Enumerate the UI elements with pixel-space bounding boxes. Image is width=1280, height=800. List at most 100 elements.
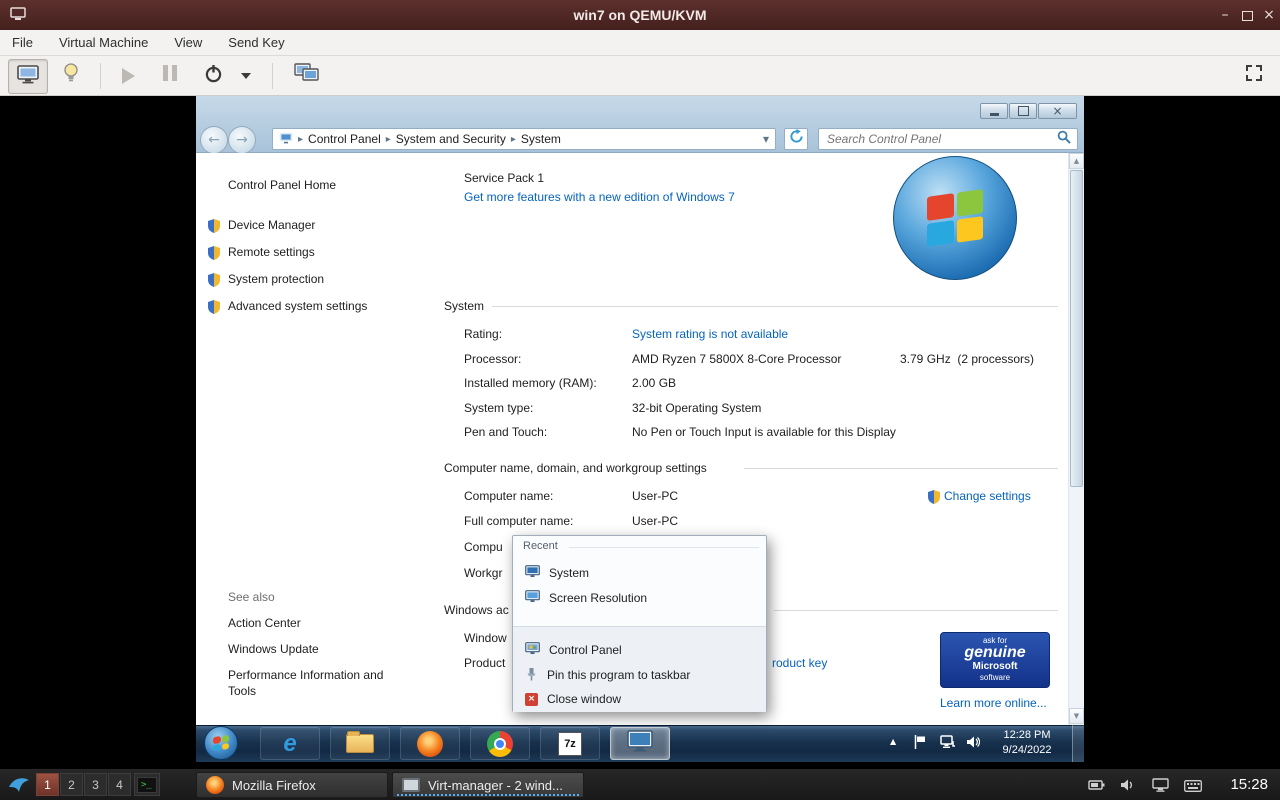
- tray-keyboard-icon[interactable]: [1184, 779, 1202, 797]
- terminal-launcher-button[interactable]: >_: [134, 773, 160, 796]
- section-title-computer-name: Computer name, domain, and workgroup set…: [444, 461, 707, 475]
- jumplist-item-screen-resolution[interactable]: Screen Resolution: [517, 587, 762, 609]
- address-bar[interactable]: ▸ Control Panel ▸ System and Security ▸ …: [272, 128, 776, 150]
- win7-maximize-button[interactable]: [1009, 103, 1037, 119]
- breadcrumb-control-panel[interactable]: Control Panel: [308, 132, 381, 146]
- shutdown-button[interactable]: [196, 59, 230, 92]
- tray-volume-icon[interactable]: [1120, 778, 1136, 797]
- search-box[interactable]: [818, 128, 1078, 150]
- host-clock: 15:28: [1230, 776, 1268, 793]
- task-button-virt-manager[interactable]: Virt-manager - 2 wind...: [392, 772, 584, 798]
- nav-back-button[interactable]: ←: [200, 126, 228, 154]
- row-label: Computer name:: [464, 489, 554, 503]
- tray-battery-icon[interactable]: [1088, 778, 1106, 797]
- genuine-microsoft-badge[interactable]: ask for genuine Microsoft software: [940, 632, 1050, 688]
- win7-window-chrome: × ← → ▸ Control Panel ▸ System and Secur…: [196, 96, 1084, 154]
- jumplist-item-label: Close window: [547, 692, 622, 706]
- chrome-icon: [487, 730, 513, 757]
- sidebar-item-remote-settings[interactable]: Remote settings: [228, 245, 315, 259]
- pause-button[interactable]: [152, 59, 188, 92]
- workspace-2-button[interactable]: 2: [60, 773, 83, 796]
- show-hardware-details-button[interactable]: [52, 59, 90, 92]
- system-rating-link[interactable]: System rating is not available: [632, 327, 788, 341]
- upgrade-link[interactable]: Get more features with a new edition of …: [464, 190, 735, 204]
- action-center-flag-icon[interactable]: [914, 735, 926, 754]
- menu-view[interactable]: View: [174, 35, 202, 50]
- host-titlebar[interactable]: win7 on QEMU/KVM – ×: [0, 0, 1280, 30]
- task-button-firefox[interactable]: Mozilla Firefox: [196, 772, 388, 798]
- sidebar-item-performance-information[interactable]: Performance Information and Tools: [228, 667, 406, 699]
- address-dropdown-icon[interactable]: ▾: [763, 132, 769, 146]
- taskbar-control-panel-active[interactable]: [610, 727, 670, 760]
- workspace-3-button[interactable]: 3: [84, 773, 107, 796]
- service-pack-text: Service Pack 1: [464, 171, 545, 185]
- menu-send-key[interactable]: Send Key: [228, 35, 284, 50]
- win7-close-button[interactable]: ×: [1038, 103, 1077, 119]
- taskbar-firefox[interactable]: [400, 727, 460, 760]
- nav-forward-button[interactable]: →: [228, 126, 256, 154]
- clock-time: 12:28 PM: [1003, 729, 1051, 741]
- taskbar-internet-explorer[interactable]: e: [260, 727, 320, 760]
- windows-logo: [893, 156, 1017, 280]
- search-icon[interactable]: [1057, 130, 1071, 149]
- taskbar-chrome[interactable]: [470, 727, 530, 760]
- displays-button[interactable]: [286, 59, 328, 92]
- taskbar-windows-explorer[interactable]: [330, 727, 390, 760]
- firefox-icon: [206, 776, 224, 794]
- row-label: Installed memory (RAM):: [464, 376, 597, 390]
- dual-monitor-icon: [294, 63, 320, 88]
- jumplist-item-label: Pin this program to taskbar: [547, 668, 691, 682]
- jumplist-item-pin-to-taskbar[interactable]: Pin this program to taskbar: [517, 664, 762, 686]
- vm-display-letterbox: × ← → ▸ Control Panel ▸ System and Secur…: [0, 96, 1280, 768]
- jumplist-recent-header: Recent: [523, 540, 558, 552]
- sidebar-item-device-manager[interactable]: Device Manager: [228, 218, 315, 232]
- vertical-scrollbar[interactable]: ▲ ▼: [1068, 153, 1084, 725]
- virt-manager-icon: [402, 778, 420, 792]
- section-divider: [744, 468, 1058, 469]
- show-hidden-icons-button[interactable]: ▲: [890, 737, 896, 746]
- tray-display-icon[interactable]: [1152, 778, 1169, 797]
- change-product-key-link[interactable]: roduct key: [772, 656, 827, 670]
- activation-row-fragment: Window: [464, 631, 507, 645]
- taskbar-7zip[interactable]: 7z: [540, 727, 600, 760]
- sidebar-item-system-protection[interactable]: System protection: [228, 272, 324, 286]
- search-input[interactable]: [825, 131, 1057, 147]
- menu-virtual-machine[interactable]: Virtual Machine: [59, 35, 148, 50]
- scroll-up-button[interactable]: ▲: [1069, 153, 1084, 169]
- jumplist-item-close-window[interactable]: × Close window: [517, 688, 762, 710]
- jumplist-item-system[interactable]: System: [517, 562, 762, 584]
- scrollbar-thumb[interactable]: [1070, 170, 1083, 487]
- refresh-button[interactable]: [784, 128, 808, 150]
- learn-more-online-link[interactable]: Learn more online...: [940, 696, 1047, 710]
- shutdown-menu-button[interactable]: [234, 59, 258, 92]
- sidebar-item-windows-update[interactable]: Windows Update: [228, 642, 319, 656]
- win7-minimize-button[interactable]: [980, 103, 1008, 119]
- window-menu-bird-icon[interactable]: [8, 775, 30, 800]
- task-button-label: Mozilla Firefox: [232, 777, 316, 793]
- change-settings-link[interactable]: Change settings: [944, 489, 1031, 503]
- show-desktop-button[interactable]: [1072, 725, 1084, 762]
- host-maximize-button[interactable]: [1236, 0, 1258, 30]
- breadcrumb-system-and-security[interactable]: System and Security: [396, 132, 506, 146]
- fullscreen-button[interactable]: [1236, 59, 1272, 92]
- host-minimize-button[interactable]: –: [1214, 0, 1236, 30]
- row-value: User-PC: [632, 489, 679, 503]
- start-button[interactable]: [204, 726, 238, 760]
- scroll-down-button[interactable]: ▼: [1069, 708, 1084, 724]
- taskbar-clock[interactable]: 12:28 PM 9/24/2022: [992, 728, 1062, 758]
- volume-icon[interactable]: [966, 735, 981, 754]
- breadcrumb-system[interactable]: System: [521, 132, 561, 146]
- network-icon[interactable]: [940, 735, 956, 754]
- workspace-4-button[interactable]: 4: [108, 773, 131, 796]
- chevron-down-icon: [241, 72, 251, 79]
- host-close-button[interactable]: ×: [1258, 0, 1280, 30]
- jumplist-item-control-panel[interactable]: Control Panel: [517, 639, 762, 661]
- sidebar-item-control-panel-home[interactable]: Control Panel Home: [228, 178, 336, 192]
- pin-icon: [525, 667, 538, 684]
- sidebar-item-advanced-system-settings[interactable]: Advanced system settings: [228, 299, 367, 313]
- menu-file[interactable]: File: [12, 35, 33, 50]
- show-console-button[interactable]: [8, 59, 48, 94]
- run-button[interactable]: [110, 59, 146, 92]
- sidebar-item-action-center[interactable]: Action Center: [228, 616, 301, 630]
- workspace-1-button[interactable]: 1: [36, 773, 59, 796]
